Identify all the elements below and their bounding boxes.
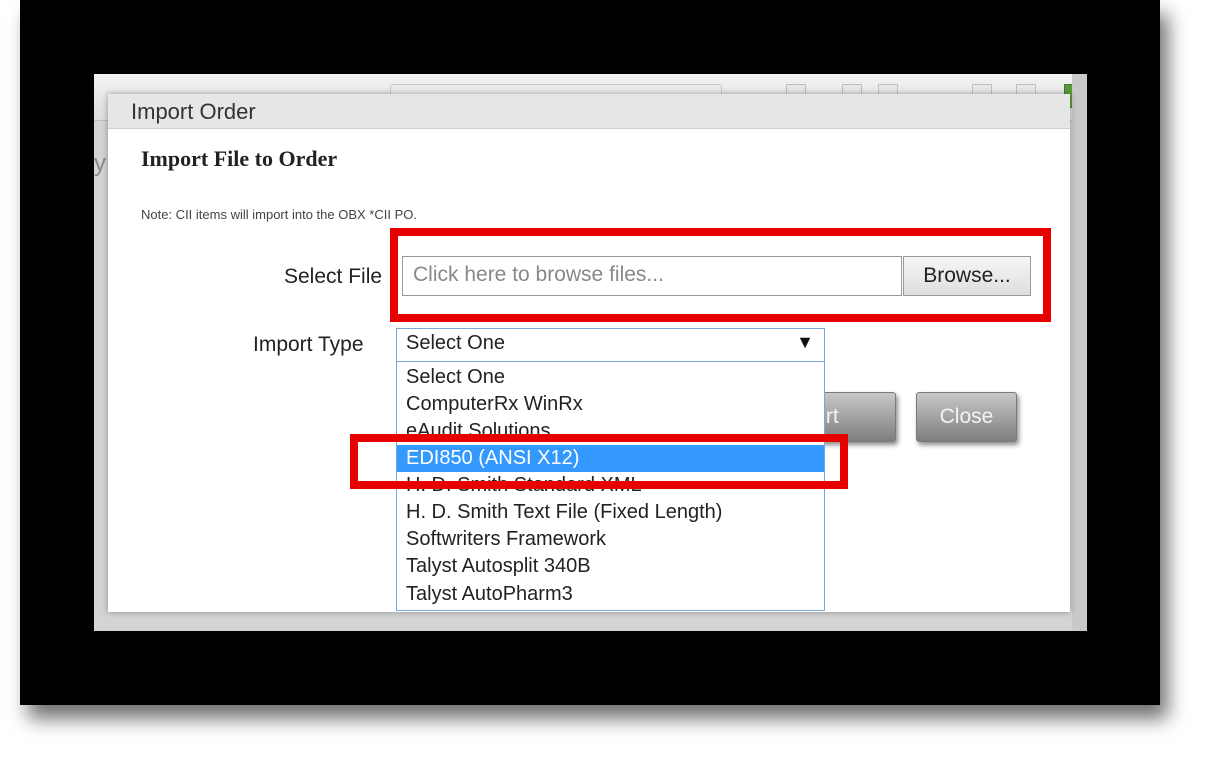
dropdown-option[interactable]: H. D. Smith Text File (Fixed Length) (397, 499, 824, 526)
import-order-dialog: Import Order Import File to Order Note: … (108, 94, 1070, 612)
dialog-titlebar[interactable]: Import Order (108, 94, 1070, 129)
import-type-select[interactable]: Select One ▼ (396, 328, 825, 362)
dropdown-option[interactable]: Softwriters Framework (397, 526, 824, 553)
background-scroll-strip (1072, 74, 1087, 631)
background-partial-text: y (94, 150, 106, 177)
import-type-label: Import Type (253, 333, 364, 356)
dropdown-option[interactable]: Select One (397, 364, 824, 391)
cii-note: Note: CII items will import into the OBX… (141, 207, 417, 222)
close-button[interactable]: Close (916, 392, 1017, 442)
import-type-selected-value: Select One (406, 332, 505, 354)
dropdown-option[interactable]: Talyst Autosplit 340B (397, 553, 824, 580)
file-selector-highlight (390, 228, 1051, 322)
dialog-heading: Import File to Order (141, 146, 338, 171)
edi850-option-highlight (350, 434, 848, 489)
dialog-title: Import Order (131, 99, 256, 124)
chevron-down-icon: ▼ (796, 332, 814, 352)
dropdown-option[interactable]: ComputerRx WinRx (397, 391, 824, 418)
dropdown-option[interactable]: Talyst AutoPharm3 (397, 581, 824, 608)
select-file-label: Select File (284, 265, 383, 288)
